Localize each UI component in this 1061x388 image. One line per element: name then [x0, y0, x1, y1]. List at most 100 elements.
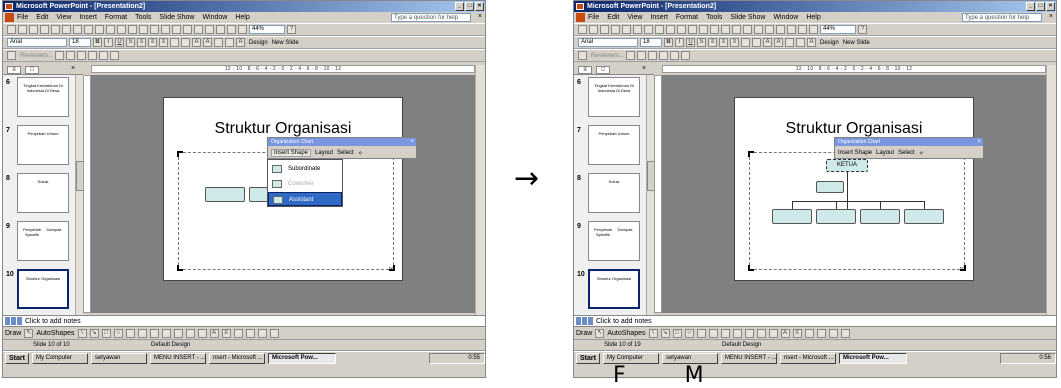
document-close-icon[interactable]: ×: [478, 13, 482, 20]
align-right-icon[interactable]: ≡: [159, 38, 168, 47]
permission-icon[interactable]: [40, 25, 49, 34]
normal-view-icon[interactable]: [5, 317, 10, 325]
line-style-icon[interactable]: ≡: [792, 328, 802, 338]
corner-handle[interactable]: [177, 265, 183, 271]
layout-button[interactable]: Layout: [876, 150, 894, 156]
minimize-button[interactable]: _: [455, 2, 464, 11]
paste-icon[interactable]: [117, 25, 126, 34]
copy-icon[interactable]: [106, 25, 115, 34]
expand-all-icon[interactable]: [776, 25, 785, 34]
textbox-icon[interactable]: [125, 328, 135, 338]
decrease-font-icon[interactable]: A: [774, 38, 783, 47]
previous-item-icon[interactable]: [55, 51, 65, 60]
menu-tools[interactable]: Tools: [706, 14, 722, 21]
3d-style-icon[interactable]: [269, 328, 279, 338]
align-center-icon[interactable]: ≡: [148, 38, 157, 47]
font-select[interactable]: Arial: [578, 38, 638, 47]
thumbnail-9[interactable]: 9 Penyebab Spesifik Dampak: [3, 221, 75, 265]
autoformat-icon[interactable]: ✧: [358, 150, 363, 157]
notes-pane[interactable]: Click to add notes: [3, 315, 485, 327]
reviewers-button[interactable]: Reviewers...: [20, 53, 53, 59]
underline-icon[interactable]: U: [686, 38, 695, 47]
cut-icon[interactable]: [666, 25, 675, 34]
email-icon[interactable]: [622, 25, 631, 34]
paste-icon[interactable]: [688, 25, 697, 34]
new-slide-button[interactable]: New Slide: [272, 40, 299, 46]
shadow-icon[interactable]: S: [126, 38, 135, 47]
menu-file[interactable]: File: [588, 14, 599, 21]
help-icon[interactable]: ?: [287, 25, 296, 34]
select-objects-icon[interactable]: ↖: [24, 328, 34, 338]
new-slide-button[interactable]: New Slide: [843, 40, 870, 46]
menu-edit[interactable]: Edit: [607, 14, 619, 21]
menu-item-coworker[interactable]: Coworker: [268, 177, 342, 191]
expand-all-icon[interactable]: [205, 25, 214, 34]
menu-insert[interactable]: Insert: [650, 14, 668, 21]
grid-icon[interactable]: [227, 25, 236, 34]
dash-style-icon[interactable]: [233, 328, 243, 338]
pane-close-icon[interactable]: ×: [71, 65, 75, 72]
select-button[interactable]: Select: [898, 150, 915, 156]
clipart-icon[interactable]: [161, 328, 171, 338]
slideshow-view-icon[interactable]: [588, 317, 593, 325]
menu-item-assistant[interactable]: Assistant: [268, 192, 342, 206]
underline-icon[interactable]: U: [115, 38, 124, 47]
reviewing-pane-icon[interactable]: [681, 51, 691, 60]
thumbnail-scrollbar[interactable]: [646, 75, 655, 315]
line-style-icon[interactable]: ≡: [221, 328, 231, 338]
font-color-icon[interactable]: A: [807, 38, 816, 47]
menu-slide-show[interactable]: Slide Show: [159, 14, 194, 21]
draw-button[interactable]: Draw: [5, 330, 21, 337]
grid-icon[interactable]: [798, 25, 807, 34]
pane-close-icon[interactable]: ×: [642, 65, 646, 72]
select-button[interactable]: Select: [337, 150, 354, 156]
redo-icon[interactable]: [721, 25, 730, 34]
thumbnail-scrollbar[interactable]: [75, 75, 84, 315]
start-button[interactable]: Start: [576, 353, 600, 364]
delete-comment-icon[interactable]: [88, 51, 98, 60]
color-icon[interactable]: [809, 25, 818, 34]
align-center-icon[interactable]: ≡: [719, 38, 728, 47]
fill-color-icon[interactable]: [756, 328, 766, 338]
print-icon[interactable]: [62, 25, 71, 34]
reviewers-button[interactable]: Reviewers...: [591, 53, 624, 59]
sorter-view-icon[interactable]: [11, 317, 16, 325]
menu-tools[interactable]: Tools: [135, 14, 151, 21]
print-preview-icon[interactable]: [73, 25, 82, 34]
textbox-icon[interactable]: [696, 328, 706, 338]
align-right-icon[interactable]: ≡: [730, 38, 739, 47]
increase-indent-icon[interactable]: [225, 38, 234, 47]
new-icon[interactable]: [7, 25, 16, 34]
close-button[interactable]: ×: [475, 2, 484, 11]
line-color-icon[interactable]: [768, 328, 778, 338]
org-box[interactable]: [772, 209, 812, 224]
thumbnail-10[interactable]: 10 Struktur Organisasi: [574, 269, 646, 313]
restore-button[interactable]: □: [1036, 2, 1045, 11]
close-icon[interactable]: ×: [977, 138, 981, 146]
select-objects-icon[interactable]: ↖: [595, 328, 605, 338]
task-powerpoint[interactable]: Microsoft Pow...: [838, 353, 907, 364]
format-painter-icon[interactable]: [699, 25, 708, 34]
menu-insert[interactable]: Insert: [79, 14, 97, 21]
cut-icon[interactable]: [95, 25, 104, 34]
decrease-indent-icon[interactable]: [214, 38, 223, 47]
spelling-icon[interactable]: [84, 25, 93, 34]
menu-window[interactable]: Window: [202, 14, 227, 21]
clipart-icon[interactable]: [732, 328, 742, 338]
redo-icon[interactable]: [150, 25, 159, 34]
picture-icon[interactable]: [744, 328, 754, 338]
menu-format[interactable]: Format: [676, 14, 698, 21]
shadow-style-icon[interactable]: [828, 328, 838, 338]
task-insert-word[interactable]: nsert - Microsoft ...: [208, 353, 265, 364]
task-insert-word[interactable]: nsert - Microsoft ...: [779, 353, 836, 364]
markup-icon[interactable]: [7, 51, 16, 60]
tables-borders-icon[interactable]: [754, 25, 763, 34]
document-close-icon[interactable]: ×: [1049, 13, 1053, 20]
bold-icon[interactable]: B: [93, 38, 102, 47]
increase-font-icon[interactable]: A: [763, 38, 772, 47]
print-preview-icon[interactable]: [644, 25, 653, 34]
menu-edit[interactable]: Edit: [36, 14, 48, 21]
diagram-icon[interactable]: [720, 328, 730, 338]
slides-tab[interactable]: □: [596, 66, 610, 74]
layout-button[interactable]: Layout: [315, 150, 333, 156]
